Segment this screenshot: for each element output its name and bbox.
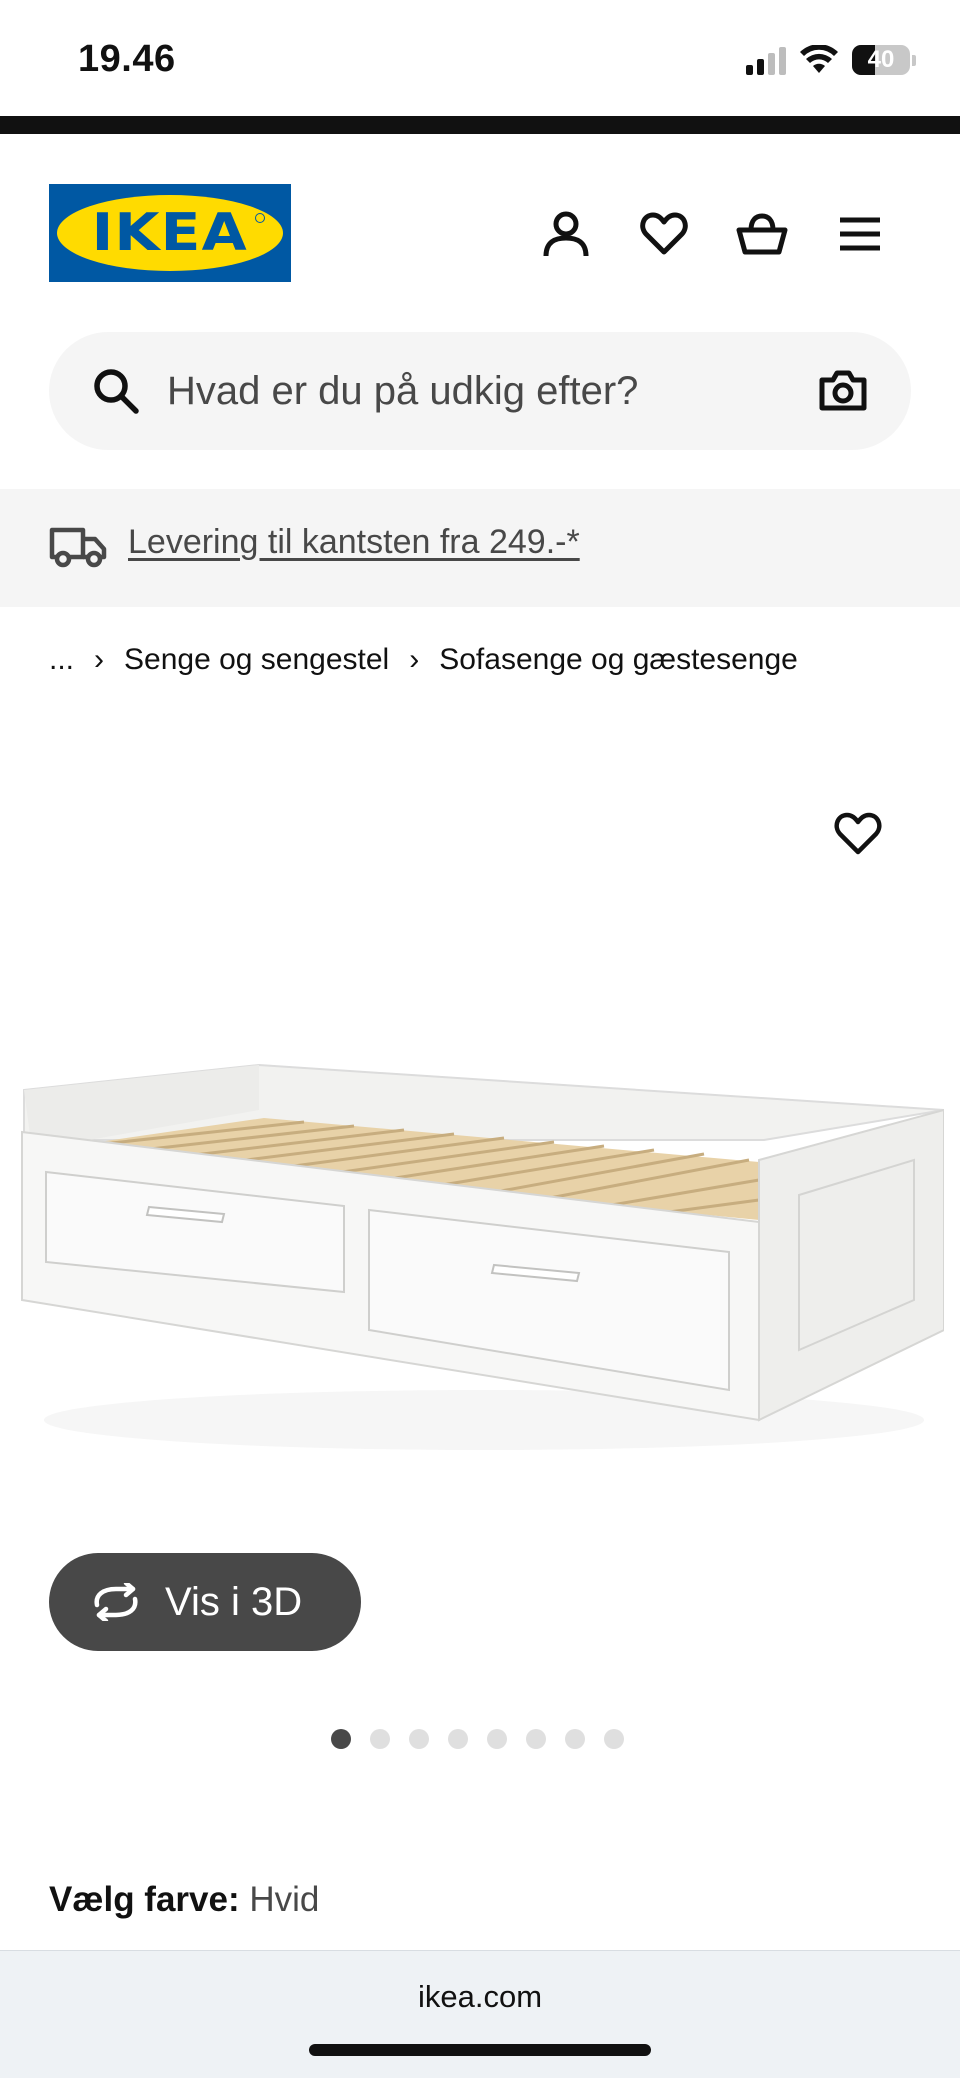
delivery-link[interactable]: Levering til kantsten fra 249.-*: [128, 523, 580, 562]
breadcrumb: ... › Senge og sengestel › Sofasenge og …: [49, 640, 798, 680]
menu-icon[interactable]: [832, 206, 888, 262]
logo-oval: IKEA: [57, 195, 283, 271]
pagination-dot[interactable]: [604, 1729, 624, 1749]
site-header: IKEA: [0, 134, 960, 294]
pagination-dot[interactable]: [526, 1729, 546, 1749]
truck-icon: [49, 527, 107, 568]
battery-icon: 40: [852, 45, 910, 75]
wifi-icon: [800, 45, 838, 73]
pagination-dot[interactable]: [487, 1729, 507, 1749]
battery-level: 40: [867, 46, 895, 73]
favorite-heart-icon[interactable]: [834, 812, 882, 856]
color-value: Hvid: [249, 1880, 320, 1919]
pagination-dot[interactable]: [448, 1729, 468, 1749]
ikea-logo[interactable]: IKEA: [49, 184, 291, 282]
basket-icon[interactable]: [734, 206, 790, 262]
heart-icon[interactable]: [636, 206, 692, 262]
pagination-dot[interactable]: [370, 1729, 390, 1749]
chevron-right-icon: ›: [409, 643, 420, 676]
breadcrumb-item-sofa-beds[interactable]: Sofasenge og gæstesenge: [439, 643, 798, 677]
camera-icon[interactable]: [819, 368, 867, 412]
rotate-3d-icon: [94, 1583, 138, 1621]
search-icon: [94, 369, 139, 414]
search-input[interactable]: [167, 332, 767, 450]
color-selector[interactable]: Vælg farve: Hvid: [49, 1880, 319, 1920]
view-3d-button[interactable]: Vis i 3D: [49, 1553, 361, 1651]
search-bar[interactable]: [49, 332, 911, 450]
status-bar: 19.46 40: [0, 0, 960, 116]
top-divider: [0, 116, 960, 134]
user-icon[interactable]: [538, 206, 594, 262]
browser-address-bar[interactable]: ikea.com: [0, 1950, 960, 2078]
delivery-banner: Levering til kantsten fra 249.-*: [0, 489, 960, 607]
product-image-daybed: [21, 1063, 944, 1450]
breadcrumb-ellipsis[interactable]: ...: [49, 643, 74, 677]
pagination-dot[interactable]: [409, 1729, 429, 1749]
pagination-dot[interactable]: [331, 1729, 351, 1749]
browser-url[interactable]: ikea.com: [0, 1979, 960, 2015]
color-label: Vælg farve:: [49, 1880, 250, 1919]
image-pagination: [331, 1729, 624, 1749]
registered-mark: [255, 213, 265, 223]
home-indicator[interactable]: [309, 2044, 651, 2056]
pagination-dot[interactable]: [565, 1729, 585, 1749]
status-icons: 40: [746, 40, 916, 80]
status-time: 19.46: [78, 38, 176, 80]
breadcrumb-item-beds[interactable]: Senge og sengestel: [124, 643, 389, 677]
logo-text: IKEA: [91, 203, 249, 263]
view-3d-label: Vis i 3D: [165, 1579, 303, 1624]
chevron-right-icon: ›: [94, 643, 105, 676]
cellular-signal-icon: [746, 45, 786, 75]
battery-tip: [912, 54, 916, 66]
